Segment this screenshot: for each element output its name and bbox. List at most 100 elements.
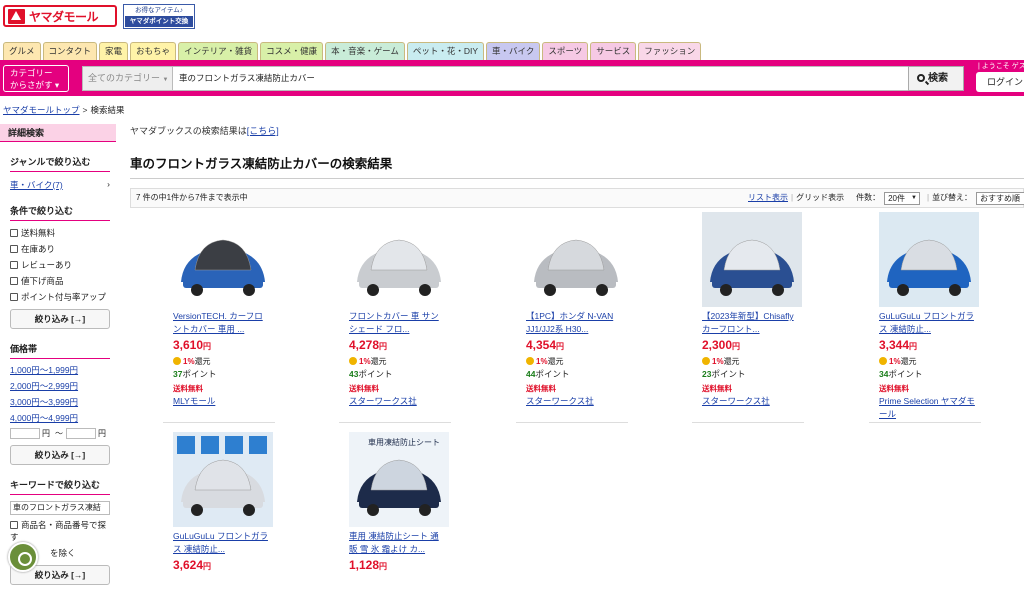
search-icon bbox=[917, 74, 925, 82]
logo-text: ヤマダモール bbox=[29, 9, 99, 24]
refine-price-button[interactable]: 絞り込み [→] bbox=[10, 445, 110, 465]
coin-icon bbox=[349, 357, 357, 365]
product-name-link[interactable]: GuLuGuLu フロントガラス 凍結防止... bbox=[173, 530, 269, 555]
product-image-wrap[interactable] bbox=[526, 212, 626, 307]
product-image-wrap[interactable] bbox=[702, 212, 802, 307]
card-divider bbox=[516, 422, 628, 423]
category-tab[interactable]: グルメ bbox=[3, 42, 41, 60]
price-yen-2: 円 bbox=[98, 429, 106, 438]
price-value: 3,610 bbox=[173, 338, 204, 352]
category-tab[interactable]: コスメ・健康 bbox=[260, 42, 324, 60]
product-image-wrap[interactable] bbox=[173, 432, 273, 527]
price-range-link[interactable]: 3,000円〜3,999円 bbox=[10, 397, 78, 407]
points-exchange-banner[interactable]: お得なアイテム♪ ヤマダポイント交換 bbox=[123, 4, 195, 29]
price-min-field[interactable] bbox=[10, 428, 40, 439]
coin-icon bbox=[526, 357, 534, 365]
product-image-wrap[interactable] bbox=[879, 212, 979, 307]
category-tab[interactable]: 本・音楽・ゲーム bbox=[325, 42, 405, 60]
product-name-link[interactable]: 【2023年新型】Chisafly カーフロント... bbox=[702, 310, 798, 335]
condition-checkbox[interactable]: 送料無料 bbox=[10, 227, 110, 239]
product-name-link[interactable]: 車用 凍結防止シート 通販 雪 氷 霜よけ カ... bbox=[349, 530, 445, 555]
login-button[interactable]: ログイン・ bbox=[976, 72, 1024, 92]
category-tab[interactable]: コンタクト bbox=[42, 42, 98, 60]
product-image[interactable] bbox=[349, 212, 449, 307]
keyword-option[interactable]: 商品名・商品番号で探す bbox=[10, 519, 110, 543]
refine-conditions-button[interactable]: 絞り込み [→] bbox=[10, 309, 110, 329]
genre-link-car-bike[interactable]: 車・バイク(7) bbox=[10, 179, 63, 191]
checkbox-icon bbox=[10, 293, 18, 301]
product-name-link[interactable]: VersionTECH. カーフロントカバー 車用 ... bbox=[173, 310, 269, 335]
category-tab[interactable]: ファッション bbox=[638, 42, 702, 60]
category-tab[interactable]: サービス bbox=[590, 42, 637, 60]
product-image[interactable] bbox=[879, 212, 979, 307]
coin-icon bbox=[702, 357, 710, 365]
product-image[interactable] bbox=[173, 432, 273, 527]
points: 34ポイント bbox=[879, 368, 922, 380]
points-suffix: ポイント bbox=[182, 369, 217, 379]
points-suffix: ポイント bbox=[888, 369, 923, 379]
category-tab[interactable]: ペット・花・DIY bbox=[406, 42, 485, 60]
sort-label: 並び替え： bbox=[932, 193, 973, 202]
keyword-input[interactable]: 車のフロントガラス凍結 bbox=[10, 501, 110, 515]
product-image[interactable] bbox=[173, 212, 273, 307]
logo-mark-icon bbox=[8, 8, 25, 24]
card-divider bbox=[163, 422, 275, 423]
condition-checkbox[interactable]: 在庫あり bbox=[10, 243, 110, 255]
price-yen: 円 bbox=[203, 562, 212, 571]
point-rate: 1%還元 bbox=[526, 356, 564, 367]
shop-link[interactable]: スターワークス社 bbox=[526, 395, 626, 408]
sidebar-header: 詳細検索 bbox=[0, 124, 116, 142]
chat-support-icon[interactable] bbox=[8, 542, 38, 572]
product-image[interactable] bbox=[526, 212, 626, 307]
product-name-link[interactable]: 【1PC】ホンダ N-VAN JJ1/JJ2系 H30... bbox=[526, 310, 622, 335]
category-browse-button[interactable]: カテゴリー からさがす ▾ bbox=[3, 65, 69, 92]
price-max-field[interactable] bbox=[66, 428, 96, 439]
condition-checkbox[interactable]: レビューあり bbox=[10, 259, 110, 271]
shop-link[interactable]: Prime Selection ヤマダモール bbox=[879, 395, 979, 420]
shop-link[interactable]: スターワークス社 bbox=[702, 395, 802, 408]
category-tab[interactable]: 車・バイク bbox=[486, 42, 541, 60]
list-view-link[interactable]: リスト表示 bbox=[748, 189, 788, 207]
breadcrumb-home-link[interactable]: ヤマダモールトップ bbox=[3, 105, 80, 115]
product-image-wrap[interactable] bbox=[349, 212, 449, 307]
product-price: 4,278円 bbox=[349, 338, 387, 352]
rate-suffix: 還元 bbox=[370, 357, 387, 366]
price-yen: 円 bbox=[379, 562, 388, 571]
shop-link[interactable]: MLYモール bbox=[173, 395, 273, 408]
results-title: 車のフロントガラス凍結防止カバーの検索結果 bbox=[130, 153, 1024, 179]
yamada-mall-logo[interactable]: ヤマダモール bbox=[3, 5, 117, 27]
search-button[interactable]: 検索 bbox=[908, 66, 964, 91]
results-main: ヤマダブックスの検索結果は[こちら] 車のフロントガラス凍結防止カバーの検索結果… bbox=[130, 124, 1024, 572]
grid-view-label: グリッド表示 bbox=[796, 193, 845, 202]
condition-checkbox[interactable]: 値下げ商品 bbox=[10, 275, 110, 287]
books-results-link[interactable]: [こちら] bbox=[247, 126, 279, 136]
condition-label: 送料無料 bbox=[21, 228, 56, 238]
condition-label: 値下げ商品 bbox=[21, 276, 64, 286]
search-input[interactable]: 車のフロントガラス凍結防止カバー bbox=[172, 66, 909, 91]
shop-link[interactable]: スターワークス社 bbox=[349, 395, 449, 408]
product-price: 3,344円 bbox=[879, 338, 917, 352]
condition-checkbox[interactable]: ポイント付与率アップ bbox=[10, 291, 110, 303]
rate-value: 1% bbox=[183, 357, 195, 366]
price-range-link[interactable]: 2,000円〜2,999円 bbox=[10, 381, 78, 391]
category-select[interactable]: 全てのカテゴリー ▼ bbox=[82, 66, 172, 91]
price-range-link[interactable]: 4,000円〜4,999円 bbox=[10, 413, 78, 423]
price-value: 4,354 bbox=[526, 338, 557, 352]
toolbar-divider-2: | bbox=[926, 193, 930, 202]
price-value: 1,128 bbox=[349, 558, 380, 572]
product-image-wrap[interactable] bbox=[173, 212, 273, 307]
points-banner-line1: お得なアイテム♪ bbox=[134, 7, 184, 14]
price-range-link[interactable]: 1,000円〜1,999円 bbox=[10, 365, 78, 375]
product-image-wrap[interactable]: 車用凍結防止シート bbox=[349, 432, 449, 527]
product-name-link[interactable]: GuLuGuLu フロントガラス 凍結防止... bbox=[879, 310, 975, 335]
category-tab[interactable]: インテリア・雑貨 bbox=[178, 42, 259, 60]
product-name-link[interactable]: フロントカバー 車 サンシェード フロ... bbox=[349, 310, 445, 335]
category-tab[interactable]: スポーツ bbox=[542, 42, 589, 60]
per-page-select[interactable]: 20件 bbox=[884, 191, 920, 205]
category-tab[interactable]: おもちゃ bbox=[130, 42, 177, 60]
category-tab[interactable]: 家電 bbox=[99, 42, 129, 60]
product-image[interactable]: 車用凍結防止シート bbox=[349, 432, 449, 527]
product-image[interactable] bbox=[702, 212, 802, 307]
price-tilde: 〜 bbox=[55, 429, 63, 438]
sort-select[interactable]: おすすめ順 bbox=[976, 191, 1024, 205]
